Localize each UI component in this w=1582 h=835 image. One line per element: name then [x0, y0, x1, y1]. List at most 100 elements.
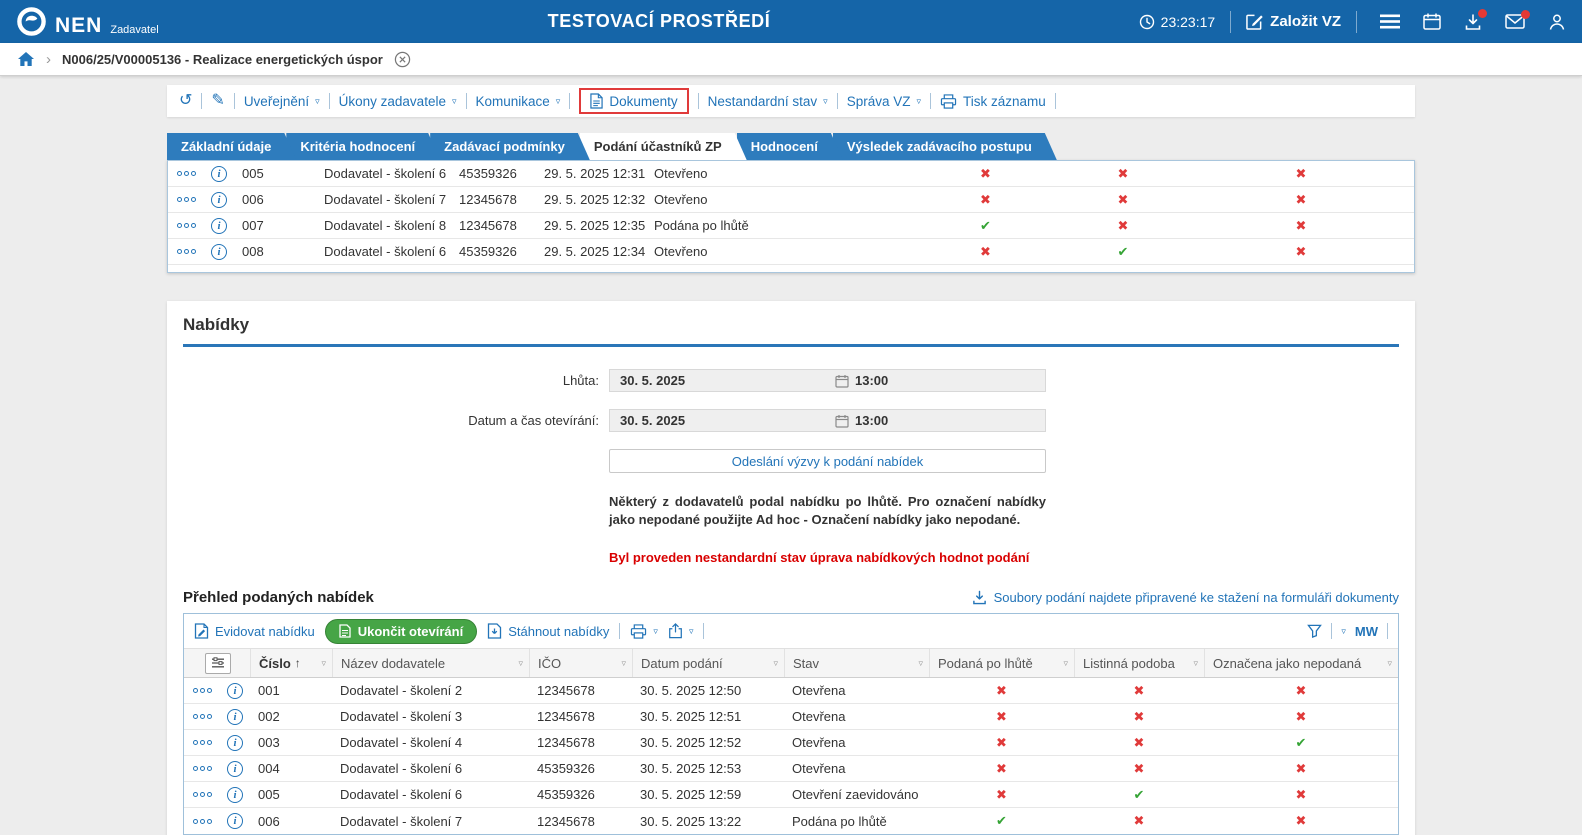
filter-icon[interactable] [1307, 624, 1323, 639]
brand-name: NEN [55, 14, 103, 37]
filter-caret-icon[interactable]: ▿ [918, 658, 923, 669]
edit-pencil-icon[interactable]: ✎ [211, 93, 224, 109]
menu-komunikace[interactable]: Komunikace ▿ [476, 94, 561, 109]
send-invitation-button[interactable]: Odeslání výzvy k podání nabídek [609, 449, 1046, 473]
info-icon[interactable]: i [227, 708, 243, 725]
column-header-nazev-dodavatele[interactable]: Název dodavatele ▿ [332, 649, 529, 678]
row-menu-button[interactable] [176, 223, 196, 228]
info-icon[interactable]: i [227, 760, 243, 777]
filter-caret-icon[interactable]: ▿ [621, 658, 626, 669]
row-menu-button[interactable] [192, 688, 212, 694]
row-menu-button[interactable] [192, 818, 212, 824]
messages-button[interactable] [1505, 10, 1530, 29]
filter-caret-icon[interactable]: ▿ [1387, 658, 1392, 669]
menu-sprava-vz[interactable]: Správa VZ ▿ [847, 94, 921, 109]
download-offers-button[interactable]: Stáhnout nabídky [487, 623, 609, 639]
print-menu-button[interactable]: ▿ [630, 623, 658, 639]
column-header-ico[interactable]: IČO ▿ [529, 649, 632, 678]
close-tab-icon[interactable] [394, 51, 411, 68]
divider [1331, 623, 1333, 640]
cell-status: Otevření zaevidováno [792, 787, 919, 803]
breadcrumb-item[interactable]: N006/25/V00005136 - Realizace energetick… [62, 52, 383, 67]
history-icon[interactable]: ↺ [179, 93, 192, 109]
tab-hodnoceni[interactable]: Hodnocení [737, 133, 843, 160]
filter-caret-icon[interactable]: ▿ [1063, 658, 1068, 669]
chevron-right-icon: › [46, 50, 51, 68]
info-icon[interactable]: i [227, 682, 243, 699]
tab-zadavaci-podminky[interactable]: Zadávací podmínky [430, 133, 590, 160]
filter-caret-icon[interactable]: ▿ [518, 658, 523, 669]
info-icon[interactable]: i [227, 813, 243, 830]
menu-ukony-zadavatele[interactable]: Úkony zadavatele ▿ [339, 94, 457, 109]
menu-uverejneni[interactable]: Uveřejnění ▿ [244, 94, 320, 109]
column-header-stav[interactable]: Stav ▿ [784, 649, 929, 678]
filter-caret-icon[interactable]: ▿ [321, 658, 326, 669]
row-menu-button[interactable] [176, 197, 196, 202]
row-menu-button[interactable] [192, 740, 212, 746]
chevron-down-icon: ▿ [315, 95, 320, 106]
table-row: i 005 Dodavatel - školení 6 45359326 30.… [184, 782, 1398, 809]
print-record-button[interactable]: Tisk záznamu [940, 94, 1046, 109]
calendar-icon[interactable] [829, 374, 855, 388]
row-menu-button[interactable] [176, 249, 196, 254]
submission-files-link[interactable]: Soubory podání najdete připravené ke sta… [972, 590, 1399, 605]
calendar-button[interactable] [1423, 13, 1441, 30]
cell-date: 29. 5. 2025 12:34 [544, 244, 646, 259]
create-vz-button[interactable]: Založit VZ [1246, 13, 1341, 30]
row-menu-button[interactable] [192, 792, 212, 798]
info-icon[interactable]: i [227, 734, 243, 751]
column-header-oznacena-jako-nepodana[interactable]: Označena jako nepodaná ▿ [1204, 649, 1398, 678]
document-icon [590, 93, 604, 109]
cell-ico: 12345678 [537, 683, 595, 699]
cell-ico: 12345678 [537, 735, 595, 751]
row-menu-button[interactable] [192, 714, 212, 720]
export-menu-button[interactable]: ▿ [668, 623, 693, 639]
finish-opening-button[interactable]: Ukončit otevírání [324, 618, 478, 644]
cell-date: 30. 5. 2025 12:59 [640, 787, 742, 803]
main-menu-button[interactable] [1380, 14, 1400, 29]
deadline-date-input[interactable]: 30. 5. 2025 [610, 373, 829, 388]
opening-time-input[interactable]: 13:00 [855, 413, 1045, 428]
late-flag: ✖ [996, 734, 1007, 750]
info-icon[interactable]: i [211, 243, 227, 260]
info-icon[interactable]: i [227, 786, 243, 803]
deadline-time-input[interactable]: 13:00 [855, 373, 1045, 388]
tab-kriteria-hodnoceni[interactable]: Kritéria hodnocení [286, 133, 440, 160]
user-profile-button[interactable] [1548, 13, 1566, 31]
saved-view-label[interactable]: MW [1355, 624, 1378, 639]
info-icon[interactable]: i [211, 165, 227, 182]
downloads-button[interactable] [1464, 8, 1487, 31]
tab-vysledek-zadavaciho-postupu[interactable]: Výsledek zadávacího postupu [833, 133, 1057, 160]
home-icon[interactable] [17, 51, 35, 67]
register-offer-button[interactable]: Evidovat nabídku [194, 623, 315, 639]
column-settings-button[interactable] [205, 652, 231, 674]
menu-nestandardni-stav[interactable]: Nestandardní stav ▿ [708, 94, 828, 109]
opening-date-input[interactable]: 30. 5. 2025 [610, 413, 829, 428]
table-row: i 005 Dodavatel - školení 6 45359326 29.… [168, 161, 1414, 187]
table-row: i 008 Dodavatel - školení 6 45359326 29.… [168, 239, 1414, 265]
nen-logo-home-link[interactable]: NEN Zadavatel [16, 6, 159, 37]
column-header-cislo[interactable]: Číslo ↑ ▿ [250, 649, 332, 678]
chevron-down-icon[interactable]: ▿ [1341, 626, 1346, 636]
tab-podani-ucastniku-zp[interactable]: Podání účastníků ZP [580, 133, 747, 160]
column-header-podana-po-lhute[interactable]: Podaná po lhůtě ▿ [929, 649, 1074, 678]
calendar-icon[interactable] [829, 414, 855, 428]
session-clock: 23:23:17 [1139, 14, 1215, 30]
info-icon[interactable]: i [211, 191, 227, 208]
filter-caret-icon[interactable]: ▿ [1193, 658, 1198, 669]
cell-supplier: Dodavatel - školení 7 [340, 813, 463, 829]
row-menu-button[interactable] [176, 171, 196, 176]
column-header-listinna-podoba[interactable]: Listinná podoba ▿ [1074, 649, 1204, 678]
info-icon[interactable]: i [211, 217, 227, 234]
column-header-datum-podani[interactable]: Datum podání ▿ [632, 649, 784, 678]
filter-caret-icon[interactable]: ▿ [773, 658, 778, 669]
cell-number: 008 [242, 244, 264, 259]
submissions-table: i 005 Dodavatel - školení 6 45359326 29.… [167, 160, 1415, 273]
divider [1356, 10, 1357, 33]
row-menu-button[interactable] [192, 766, 212, 772]
menu-dokumenty[interactable]: Dokumenty [590, 93, 678, 109]
tab-zakladni-udaje[interactable]: Základní údaje [167, 133, 296, 160]
table-row: i 004 Dodavatel - školení 6 45359326 30.… [184, 756, 1398, 783]
cell-status: Otevřeno [654, 244, 708, 259]
export-icon [668, 623, 683, 639]
